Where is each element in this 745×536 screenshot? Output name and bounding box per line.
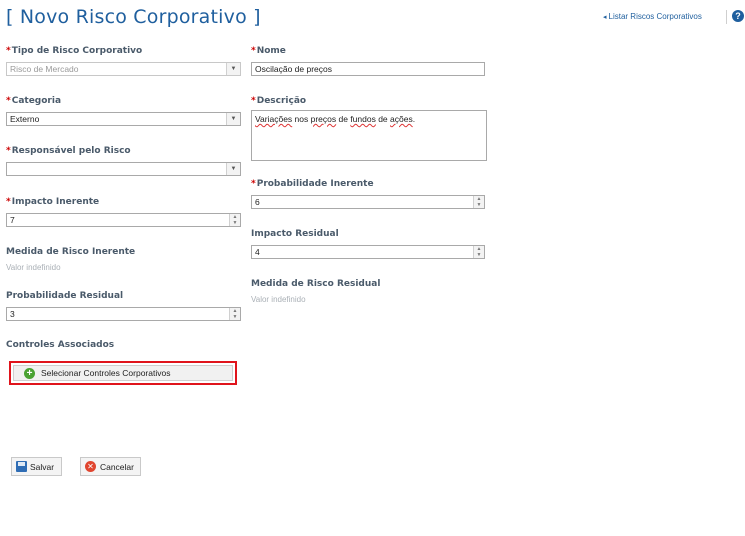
categoria-label: *Categoria [6, 96, 62, 106]
nome-value: Oscilação de preços [255, 64, 333, 74]
save-button-label: Salvar [30, 461, 55, 472]
tipo-select-value: Risco de Mercado [10, 64, 79, 74]
chevron-down-icon: ▼ [226, 63, 240, 75]
medida-residual-value: Valor indefinido [251, 295, 306, 304]
medida-residual-label: Medida de Risco Residual [251, 279, 381, 289]
impacto-inerente-label: *Impacto Inerente [6, 197, 100, 207]
nome-input[interactable]: Oscilação de preços [251, 62, 485, 76]
descricao-label: *Descrição [251, 96, 307, 106]
probabilidade-residual-value: 3 [10, 309, 15, 319]
selecionar-controles-label: Selecionar Controles Corporativos [41, 368, 171, 378]
impacto-inerente-stepper[interactable]: 7 ▲ ▼ [6, 213, 241, 227]
medida-inerente-value: Valor indefinido [6, 263, 61, 272]
probabilidade-residual-label: Probabilidade Residual [6, 291, 124, 301]
probabilidade-inerente-label: *Probabilidade Inerente [251, 179, 374, 189]
spinner-icon[interactable]: ▲ ▼ [229, 308, 240, 320]
categoria-select-value: Externo [10, 114, 40, 124]
page-title: [ Novo Risco Corporativo ] [6, 6, 261, 28]
responsavel-label: *Responsável pelo Risco [6, 146, 131, 156]
spinner-icon[interactable]: ▲ ▼ [473, 196, 484, 208]
header-divider [726, 10, 727, 24]
list-riscos-link-label: Listar Riscos Corporativos [608, 12, 702, 21]
tipo-label: *Tipo de Risco Corporativo [6, 46, 143, 56]
chevron-down-icon: ▼ [226, 113, 240, 125]
categoria-select[interactable]: Externo ▼ [6, 112, 241, 126]
probabilidade-inerente-stepper[interactable]: 6 ▲ ▼ [251, 195, 485, 209]
impacto-residual-stepper[interactable]: 4 ▲ ▼ [251, 245, 485, 259]
selecionar-controles-highlight: + Selecionar Controles Corporativos [9, 361, 237, 385]
medida-inerente-label: Medida de Risco Inerente [6, 247, 136, 257]
tipo-select[interactable]: Risco de Mercado ▼ [6, 62, 241, 76]
help-icon[interactable]: ? [732, 10, 744, 22]
nome-label: *Nome [251, 46, 286, 56]
plus-circle-icon: + [24, 367, 35, 379]
impacto-inerente-value: 7 [10, 215, 15, 225]
back-arrow-icon: ◂ [603, 13, 607, 21]
descricao-textarea[interactable]: Variações nos preços de fundos de ações. [251, 110, 487, 161]
probabilidade-inerente-value: 6 [255, 197, 260, 207]
selecionar-controles-button[interactable]: + Selecionar Controles Corporativos [13, 365, 233, 381]
probabilidade-residual-stepper[interactable]: 3 ▲ ▼ [6, 307, 241, 321]
spinner-icon[interactable]: ▲ ▼ [473, 246, 484, 258]
responsavel-select[interactable]: ▼ [6, 162, 241, 176]
spinner-icon[interactable]: ▲ ▼ [229, 214, 240, 226]
impacto-residual-label: Impacto Residual [251, 229, 339, 239]
controles-label: Controles Associados [6, 340, 115, 350]
cancel-button[interactable]: ✕ Cancelar [80, 457, 141, 476]
list-riscos-link[interactable]: ◂ Listar Riscos Corporativos [603, 12, 702, 21]
cancel-button-label: Cancelar [99, 461, 134, 472]
impacto-residual-value: 4 [255, 247, 260, 257]
save-button[interactable]: Salvar [11, 457, 62, 476]
chevron-down-icon: ▼ [226, 163, 240, 175]
cancel-circle-icon: ✕ [85, 461, 96, 472]
floppy-disk-icon [16, 461, 27, 472]
